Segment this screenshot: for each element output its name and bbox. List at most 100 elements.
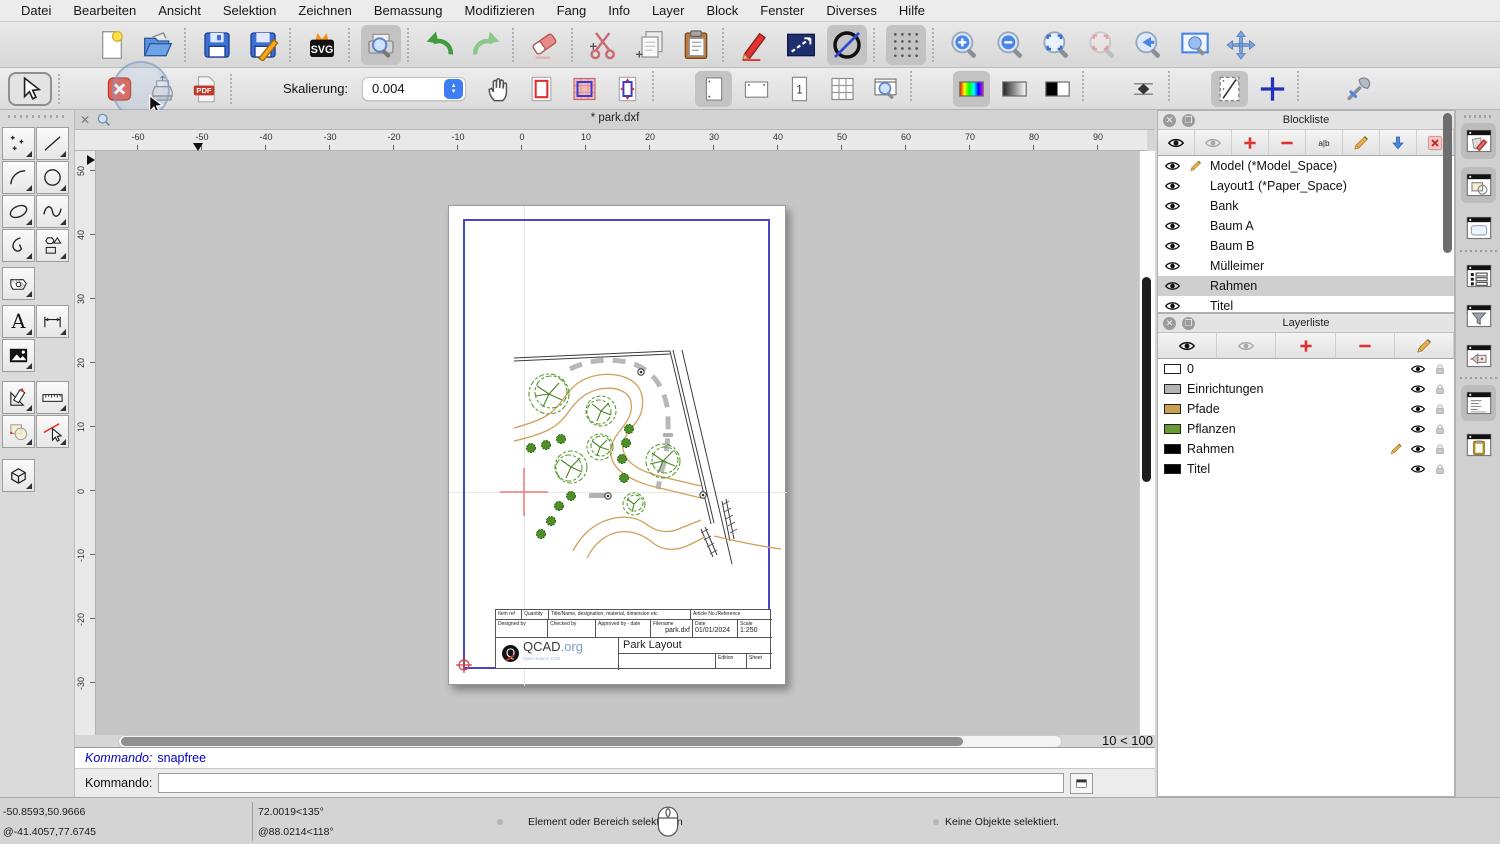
edit-drawing-button[interactable] bbox=[735, 25, 775, 65]
layer-list-item[interactable]: Pfade bbox=[1158, 399, 1454, 419]
visibility-eye-icon[interactable] bbox=[1164, 279, 1181, 293]
show-block-button[interactable] bbox=[1158, 130, 1195, 155]
arc-tools-button[interactable] bbox=[2, 161, 35, 194]
auto-zoom-button[interactable] bbox=[1037, 25, 1077, 65]
selection-pointer-button[interactable] bbox=[8, 71, 52, 106]
scale-value[interactable]: 0.004 bbox=[363, 81, 444, 96]
add-layer-button[interactable] bbox=[1276, 333, 1336, 358]
layer-list-item[interactable]: Pflanzen bbox=[1158, 419, 1454, 439]
line-tools-button[interactable] bbox=[36, 127, 69, 160]
zoom-out-button[interactable] bbox=[991, 25, 1031, 65]
block-list-scrollbar-thumb[interactable] bbox=[1443, 113, 1452, 253]
open-file-button[interactable] bbox=[138, 25, 178, 65]
menu-item[interactable]: Hilfe bbox=[888, 3, 936, 18]
visibility-eye-icon[interactable] bbox=[1410, 422, 1426, 436]
lock-icon[interactable] bbox=[1432, 362, 1448, 376]
draft-mode-button[interactable] bbox=[827, 24, 867, 65]
draft-print-button[interactable] bbox=[1211, 70, 1249, 107]
visibility-eye-icon[interactable] bbox=[1164, 299, 1181, 312]
dock-library-browser-button[interactable] bbox=[1461, 210, 1496, 246]
drawing-canvas[interactable]: Item ref Quantity Title/Name, designatio… bbox=[96, 151, 1139, 735]
visibility-eye-icon[interactable] bbox=[1164, 199, 1181, 213]
show-layer-button[interactable] bbox=[1158, 333, 1218, 358]
modify-tools-button[interactable] bbox=[2, 415, 35, 448]
auto-fit-drawing-button[interactable] bbox=[609, 71, 646, 107]
print-settings-button[interactable] bbox=[1340, 71, 1377, 107]
rename-block-button[interactable]: a|b bbox=[1306, 130, 1343, 155]
spline-tools-button[interactable] bbox=[36, 195, 69, 228]
dock-drag-handle[interactable] bbox=[1464, 115, 1494, 118]
previous-view-button[interactable] bbox=[1083, 25, 1123, 65]
lock-icon[interactable] bbox=[1432, 382, 1448, 396]
menu-item[interactable]: Zeichnen bbox=[287, 3, 362, 18]
ellipse-tools-button[interactable] bbox=[2, 195, 35, 228]
hatch-tools-button[interactable] bbox=[2, 267, 35, 300]
close-preview-button[interactable] bbox=[101, 71, 138, 107]
menu-item[interactable]: Diverses bbox=[815, 3, 888, 18]
move-paper-position-button[interactable] bbox=[480, 71, 517, 107]
menu-item[interactable]: Info bbox=[597, 3, 641, 18]
edit-block-button[interactable] bbox=[1343, 130, 1380, 155]
block-list-item[interactable]: Layout1 (*Paper_Space) bbox=[1158, 176, 1454, 196]
visibility-eye-icon[interactable] bbox=[1164, 159, 1181, 173]
hide-block-button[interactable] bbox=[1195, 130, 1232, 155]
new-file-button[interactable] bbox=[92, 25, 132, 65]
delete-button[interactable] bbox=[525, 25, 565, 65]
layer-list-item[interactable]: Einrichtungen bbox=[1158, 379, 1454, 399]
palette-drag-handle[interactable] bbox=[8, 115, 66, 118]
dimension-tools-button[interactable] bbox=[36, 305, 69, 338]
hide-layer-button[interactable] bbox=[1217, 333, 1277, 358]
shape-tools-button[interactable] bbox=[36, 229, 69, 262]
layer-list-item[interactable]: 0 bbox=[1158, 359, 1454, 379]
point-tools-button[interactable] bbox=[2, 127, 35, 160]
measure-tools-button[interactable] bbox=[36, 381, 69, 414]
lock-icon[interactable] bbox=[1432, 422, 1448, 436]
back-view-button[interactable] bbox=[1129, 25, 1169, 65]
menu-item[interactable]: Layer bbox=[641, 3, 696, 18]
polyline-tools-button[interactable] bbox=[2, 229, 35, 262]
add-block-button[interactable] bbox=[1232, 130, 1269, 155]
landscape-button[interactable] bbox=[738, 71, 775, 107]
dock-selection-filter-button[interactable] bbox=[1461, 298, 1496, 334]
menu-item[interactable]: Ansicht bbox=[147, 3, 212, 18]
grayscale-button[interactable] bbox=[996, 71, 1033, 107]
panel-float-icon[interactable]: ❐ bbox=[1182, 114, 1195, 127]
menu-item[interactable]: Bearbeiten bbox=[62, 3, 147, 18]
edit-layer-button[interactable] bbox=[1395, 333, 1455, 358]
window-zoom-button[interactable] bbox=[1175, 25, 1215, 65]
dock-relative-zero-button[interactable] bbox=[1461, 338, 1496, 374]
fit-page-button[interactable] bbox=[867, 71, 904, 107]
visibility-eye-icon[interactable] bbox=[1410, 442, 1426, 456]
menu-item[interactable]: Modifizieren bbox=[454, 3, 546, 18]
visibility-eye-icon[interactable] bbox=[1410, 382, 1426, 396]
command-input[interactable] bbox=[158, 773, 1065, 793]
document-tab-title[interactable]: * park.dxf bbox=[75, 112, 1155, 124]
lock-icon[interactable] bbox=[1432, 442, 1448, 456]
dock-clipboard-button[interactable] bbox=[1461, 427, 1496, 463]
block-list-item[interactable]: Mülleimer bbox=[1158, 256, 1454, 276]
undo-button[interactable] bbox=[420, 25, 460, 65]
menu-item[interactable]: Fang bbox=[546, 3, 598, 18]
save-as-button[interactable] bbox=[243, 25, 283, 65]
menu-item[interactable]: Bemassung bbox=[363, 3, 454, 18]
panel-float-icon[interactable]: ❐ bbox=[1182, 317, 1195, 330]
offset-button[interactable] bbox=[1125, 71, 1162, 107]
image-tools-button[interactable] bbox=[2, 339, 35, 372]
horizontal-scrollbar-thumb[interactable] bbox=[121, 737, 963, 746]
dock-block-list-button[interactable] bbox=[1461, 167, 1496, 203]
block-list-item[interactable]: Rahmen bbox=[1158, 276, 1454, 296]
block-list-item[interactable]: Baum B bbox=[1158, 236, 1454, 256]
zoom-in-button[interactable] bbox=[945, 25, 985, 65]
cut-button[interactable] bbox=[584, 25, 624, 65]
panel-close-icon[interactable]: ✕ bbox=[1163, 114, 1176, 127]
misc-draw-tools-button[interactable] bbox=[2, 381, 35, 414]
visibility-eye-icon[interactable] bbox=[1164, 239, 1181, 253]
visibility-eye-icon[interactable] bbox=[1164, 179, 1181, 193]
page-borders-button[interactable] bbox=[566, 71, 603, 107]
block-list-item[interactable]: Titel bbox=[1158, 296, 1454, 312]
dock-layer-list-button[interactable] bbox=[1461, 258, 1496, 294]
lock-icon[interactable] bbox=[1432, 462, 1448, 476]
layer-list-item[interactable]: Rahmen bbox=[1158, 439, 1454, 459]
print-preview-button[interactable] bbox=[361, 24, 401, 65]
paste-button[interactable] bbox=[676, 25, 716, 65]
